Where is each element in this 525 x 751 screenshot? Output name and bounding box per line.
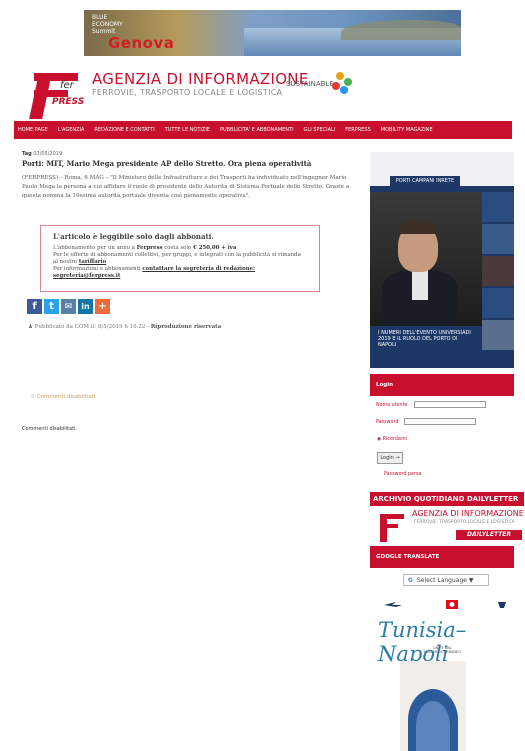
login-button[interactable]: Login → — [377, 452, 403, 464]
tag-value[interactable]: 03/05/2019 — [33, 151, 62, 157]
ad-thumb — [482, 320, 514, 350]
paywall-line: segreteria@ferpress.it — [53, 273, 307, 280]
sustain-dot-icon — [344, 78, 352, 86]
agency-subtitle: FERROVIE, TRASPORTO LOCALE E LOGISTICA — [92, 88, 283, 97]
email-icon[interactable]: ✉ — [61, 299, 76, 314]
archive-box-subtitle: FERROVIE, TRASPORTO LOCALE E LOGISTICA — [414, 520, 515, 525]
remember-me[interactable]: ◉ Ricordami — [377, 437, 407, 442]
ad-thumb — [482, 256, 514, 286]
paywall-brand: Ferpress — [136, 245, 163, 251]
ad-person-shirt — [412, 270, 428, 300]
nav-item-ferpress[interactable]: FERPRESS — [345, 127, 371, 133]
username-input[interactable] — [414, 401, 486, 408]
dailyletter-banner[interactable]: AGENZIA DI INFORMAZIONE FERROVIE, TRASPO… — [370, 506, 524, 544]
paywall-text: Per informazioni e abbonamenti — [53, 266, 143, 272]
banner-brand: BLUE ECONOMY Summit — [92, 14, 123, 35]
translate-header: GOOGLE TRANSLATE — [370, 546, 514, 568]
checkbox-icon[interactable]: ◉ — [377, 437, 381, 442]
paywall-box: L'articolo è leggibile solo dagli abbona… — [40, 225, 320, 292]
logo-bar-mid — [34, 90, 68, 97]
archive-box-title: AGENZIA DI INFORMAZIONE — [412, 509, 524, 518]
login-header: Login — [370, 374, 514, 396]
archive-header: ARCHIVIO QUOTIDIANO DAILYLETTER — [370, 492, 524, 506]
agency-title: AGENZIA DI INFORMAZIONE — [92, 70, 309, 88]
nav-item-pubblicita[interactable]: PUBBLICITA' E ABBONAMENTI — [220, 127, 294, 133]
ad-bottom-text: I NUMERI DELL'EVENTO UNIVERSIADI 2019 E … — [378, 330, 471, 348]
banner-city: Genova — [108, 34, 175, 52]
logo-press-text: PRESS — [52, 97, 85, 107]
rights-reserved: Riproduzione riservata — [150, 324, 222, 330]
tag-label: Tag — [22, 151, 32, 157]
password-label: Password — [376, 420, 399, 425]
nav-item-redazione[interactable]: REDAZIONE E CONTATTI — [94, 127, 154, 133]
google-g-icon: G — [408, 576, 413, 584]
logo-fer-text: fer — [60, 80, 74, 91]
tariffario-link[interactable]: tariffario — [79, 259, 106, 265]
more-icon[interactable]: + — [95, 299, 110, 314]
nav-item-mobility[interactable]: MOBILITY MAGAZINE — [381, 127, 433, 133]
site-header: fer PRESS AGENZIA DI INFORMAZIONE FERROV… — [10, 62, 514, 120]
language-select[interactable]: G Select Language ▼ — [403, 574, 489, 586]
comments-link[interactable]: ☼ Commenti disabilitati — [30, 394, 95, 400]
paywall-text: L'abbonamento per un anno a — [53, 245, 137, 251]
twitter-icon[interactable]: t — [44, 299, 59, 314]
article-meta: ♟ Pubblicato da COM il: 8/5/2019 h 16.22… — [28, 324, 221, 330]
paywall-text: costa solo — [162, 245, 194, 251]
door-inner — [416, 701, 450, 751]
sustain-dot-icon — [332, 82, 340, 90]
ad-thumb — [482, 192, 514, 222]
sustainable-logo[interactable]: SUSTAINABLE — [284, 70, 354, 100]
language-select-label: Select Language ▼ — [416, 576, 474, 584]
ad-porti-title: PORTI CAMPANI INRETE — [390, 176, 460, 186]
nav-item-home[interactable]: HOME PAGE — [18, 127, 48, 133]
email-link[interactable]: segreteria@ferpress.it — [53, 273, 120, 279]
comment-icon: ☼ — [30, 394, 35, 400]
tunisia-napoli-title[interactable]: Tunisia–Napoli — [378, 618, 525, 666]
ad-person-hair — [400, 220, 436, 234]
ferpress-mini-logo — [380, 514, 404, 542]
article-headline: Porti: MIT, Mario Mega presidente AP del… — [22, 159, 312, 168]
linkedin-icon[interactable]: in — [78, 299, 93, 314]
dailyletter-label: DAILYLETTER — [456, 530, 522, 540]
ad-thumb — [482, 224, 514, 254]
share-bar: f t ✉ in + — [27, 299, 110, 314]
remember-label: Ricordami — [382, 437, 407, 442]
tn-partner-logos — [384, 600, 506, 609]
banner-hills-image — [341, 20, 461, 40]
comments-disabled: Commenti disabilitati. — [22, 426, 78, 432]
ad-thumb — [482, 288, 514, 318]
comments-link-label: Commenti disabilitati — [36, 394, 96, 400]
paywall-heading: L'articolo è leggibile solo dagli abbona… — [53, 232, 214, 241]
article-lead: (FERPRESS) – Roma, 6 MAG – "Il Ministero… — [22, 175, 350, 199]
contact-link[interactable]: contattare la segreteria di redazione: — [142, 266, 255, 272]
nav-item-speciali[interactable]: GLI SPECIALI — [304, 127, 336, 133]
password-input[interactable] — [404, 418, 476, 425]
tunisia-napoli-subtitle: UNITE DAL MAR MEDITERRANEO — [424, 646, 461, 654]
meta-separator: - — [147, 324, 149, 330]
tunisian-door-image — [400, 661, 466, 751]
sustainable-label: SUSTAINABLE — [286, 80, 334, 88]
sustain-dot-icon — [340, 86, 348, 94]
paywall-price: € 250,00 + iva — [193, 245, 237, 251]
paywall-line: Per le offerte di abbonamenti collettivi… — [53, 252, 307, 266]
sidebar-ad-porti[interactable]: PORTI CAMPANI INRETE I NUMERI DELL'EVENT… — [370, 152, 514, 368]
paywall-line: Per informazioni e abbonamenti contattar… — [53, 266, 307, 273]
top-banner-ad[interactable]: BLUE ECONOMY Summit Genova — [84, 10, 461, 56]
main-nav: HOME PAGE L'AGENZIA REDAZIONE E CONTATTI… — [14, 121, 512, 139]
lost-password-link[interactable]: Password persa — [384, 472, 421, 477]
sustain-dot-icon — [336, 72, 344, 80]
user-icon: ♟ — [28, 324, 33, 330]
published-info: Pubblicato da COM il: 8/5/2019 h 16.22 — [34, 324, 146, 330]
username-label: Nome utente — [376, 403, 408, 408]
article-tag: Tag 03/05/2019 — [22, 151, 62, 157]
nav-item-notizie[interactable]: TUTTE LE NOTIZIE — [165, 127, 210, 133]
tn-sub-line: MAR MEDITERRANEO — [424, 650, 461, 654]
ferpress-logo[interactable]: fer PRESS — [20, 65, 85, 123]
paywall-line: L'abbonamento per un anno a Ferpress cos… — [53, 245, 307, 252]
nav-item-agenzia[interactable]: L'AGENZIA — [58, 127, 85, 133]
facebook-icon[interactable]: f — [27, 299, 42, 314]
